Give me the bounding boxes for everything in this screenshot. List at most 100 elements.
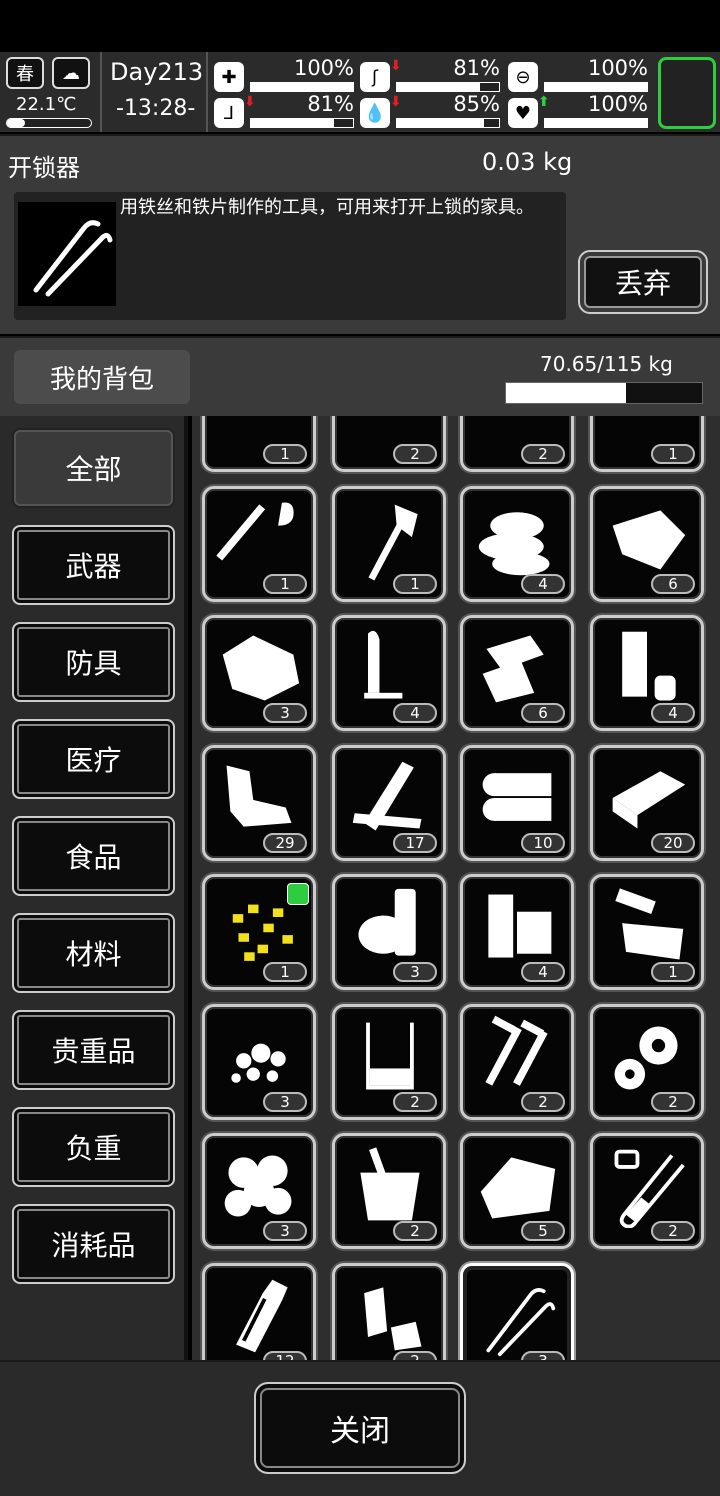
stat-capsule: ⊖ 100% bbox=[508, 56, 648, 94]
item-gears[interactable]: 2 bbox=[590, 1004, 704, 1120]
item-cloth-pile[interactable]: 4 bbox=[460, 486, 574, 602]
item-gold-nuggets[interactable]: 1 bbox=[202, 874, 316, 990]
item-planks[interactable]: 17 bbox=[332, 745, 446, 861]
item-shovel[interactable]: 1 bbox=[202, 486, 316, 602]
item-bucket[interactable]: 2 bbox=[332, 1133, 446, 1249]
stat-bar bbox=[544, 118, 648, 128]
item-detail-panel: 开锁器 0.03 kg 用铁丝和铁片制作的工具，可用来打开上锁的家具。 丢弃 bbox=[0, 134, 720, 334]
category-tab-0[interactable]: 全部 bbox=[12, 428, 175, 508]
stat-stomach: ʃ ⬇ 81% bbox=[360, 56, 500, 94]
item-screws[interactable]: 2 bbox=[460, 1004, 574, 1120]
item-bullets[interactable]: 4 bbox=[332, 615, 446, 731]
stat-value: 81% bbox=[453, 56, 500, 80]
item-count: 2 bbox=[651, 1221, 695, 1241]
item-partial-4[interactable]: 1 bbox=[590, 416, 704, 472]
stat-value: 100% bbox=[587, 92, 648, 116]
trend-arrow: ⬇ bbox=[390, 58, 402, 74]
fabric-icon bbox=[612, 510, 686, 570]
stat-bar bbox=[250, 118, 354, 128]
item-fabric[interactable]: 6 bbox=[590, 486, 704, 602]
item-count: 3 bbox=[521, 1351, 565, 1360]
item-wood-blocks[interactable]: 4 bbox=[460, 874, 574, 990]
trash-icon bbox=[364, 1287, 422, 1351]
beaker-icon bbox=[366, 1022, 414, 1090]
item-towel[interactable]: 5 bbox=[460, 1133, 574, 1249]
item-rock[interactable]: 3 bbox=[202, 615, 316, 731]
new-item-badge bbox=[287, 883, 309, 905]
tape-roll-icon bbox=[358, 888, 416, 956]
quick-slot[interactable] bbox=[658, 57, 716, 129]
item-test-tube[interactable]: 2 bbox=[590, 1133, 704, 1249]
item-count: 1 bbox=[263, 444, 307, 464]
stat-medkit: ✚ 100% bbox=[214, 56, 354, 94]
shovel-icon bbox=[216, 502, 294, 561]
item-count: 10 bbox=[521, 833, 565, 853]
item-name: 开锁器 bbox=[8, 154, 80, 182]
heart-icon: ♥ bbox=[508, 98, 538, 128]
item-count: 2 bbox=[651, 1092, 695, 1112]
category-tab-1[interactable]: 武器 bbox=[12, 525, 175, 605]
time-label: -13:28- bbox=[116, 96, 196, 121]
item-machine-parts[interactable]: 1 bbox=[590, 874, 704, 990]
screw-icon bbox=[485, 1015, 548, 1086]
item-count: 1 bbox=[393, 574, 437, 594]
wood-block-icon bbox=[488, 894, 552, 958]
bag-weight: 70.65/115 kg bbox=[540, 352, 673, 376]
bag-load-bar bbox=[505, 382, 703, 404]
cotton-icon bbox=[224, 1155, 292, 1217]
item-bottle[interactable]: 12 bbox=[202, 1263, 316, 1360]
category-tab-2[interactable]: 防具 bbox=[12, 622, 175, 702]
item-partial-1[interactable]: 1 bbox=[202, 416, 316, 472]
item-lockpick[interactable]: 3 bbox=[460, 1263, 574, 1360]
item-trash[interactable]: 2 bbox=[332, 1263, 446, 1360]
metal-sheet-icon bbox=[482, 635, 544, 703]
test-tube-icon bbox=[614, 1149, 685, 1228]
item-count: 3 bbox=[263, 1221, 307, 1241]
stat-value: 81% bbox=[307, 92, 354, 116]
item-ingot[interactable]: 20 bbox=[590, 745, 704, 861]
stat-value: 85% bbox=[453, 92, 500, 116]
item-gravel[interactable]: 3 bbox=[202, 1004, 316, 1120]
towel-icon bbox=[480, 1157, 556, 1219]
bag-header: 我的背包 70.65/115 kg bbox=[0, 336, 720, 416]
item-count: 4 bbox=[393, 703, 437, 723]
axe-icon bbox=[368, 504, 418, 581]
item-tape-rolls[interactable]: 3 bbox=[332, 874, 446, 990]
item-cotton[interactable]: 3 bbox=[202, 1133, 316, 1249]
medkit-icon: ✚ bbox=[214, 62, 244, 92]
ingot-icon bbox=[612, 771, 686, 829]
category-tab-3[interactable]: 医疗 bbox=[12, 719, 175, 799]
trend-arrow: ⬆ bbox=[538, 94, 550, 110]
trend-arrow: ⬇ bbox=[390, 94, 402, 110]
item-partial-3[interactable]: 2 bbox=[460, 416, 574, 472]
item-description: 用铁丝和铁片制作的工具，可用来打开上锁的家具。 bbox=[120, 197, 534, 218]
pipe-icon bbox=[622, 631, 676, 701]
cloth-pile-icon bbox=[478, 512, 550, 576]
item-scrap[interactable]: 29 bbox=[202, 745, 316, 861]
category-tab-5[interactable]: 材料 bbox=[12, 913, 175, 993]
item-count: 1 bbox=[651, 444, 695, 464]
log-icon bbox=[482, 773, 552, 821]
category-tab-8[interactable]: 消耗品 bbox=[12, 1204, 175, 1284]
gear-icon bbox=[614, 1026, 678, 1090]
season-badge: 春 bbox=[6, 57, 44, 89]
stomach-icon: ʃ bbox=[360, 62, 390, 92]
scrap-icon bbox=[226, 765, 292, 827]
item-count: 3 bbox=[393, 962, 437, 982]
item-partial-2[interactable]: 2 bbox=[332, 416, 446, 472]
item-pipes[interactable]: 4 bbox=[590, 615, 704, 731]
item-count: 2 bbox=[393, 1221, 437, 1241]
leg-icon: ⅃ bbox=[214, 98, 244, 128]
stat-value: 100% bbox=[293, 56, 354, 80]
item-metal-sheets[interactable]: 6 bbox=[460, 615, 574, 731]
category-tab-7[interactable]: 负重 bbox=[12, 1107, 175, 1187]
category-tab-4[interactable]: 食品 bbox=[12, 816, 175, 896]
item-beaker[interactable]: 2 bbox=[332, 1004, 446, 1120]
discard-button[interactable]: 丢弃 bbox=[578, 250, 708, 314]
category-tab-6[interactable]: 贵重品 bbox=[12, 1010, 175, 1090]
item-axe[interactable]: 1 bbox=[332, 486, 446, 602]
bottle-icon bbox=[236, 1279, 288, 1353]
stat-bar bbox=[250, 82, 354, 92]
close-button[interactable]: 关闭 bbox=[254, 1382, 466, 1474]
item-logs[interactable]: 10 bbox=[460, 745, 574, 861]
